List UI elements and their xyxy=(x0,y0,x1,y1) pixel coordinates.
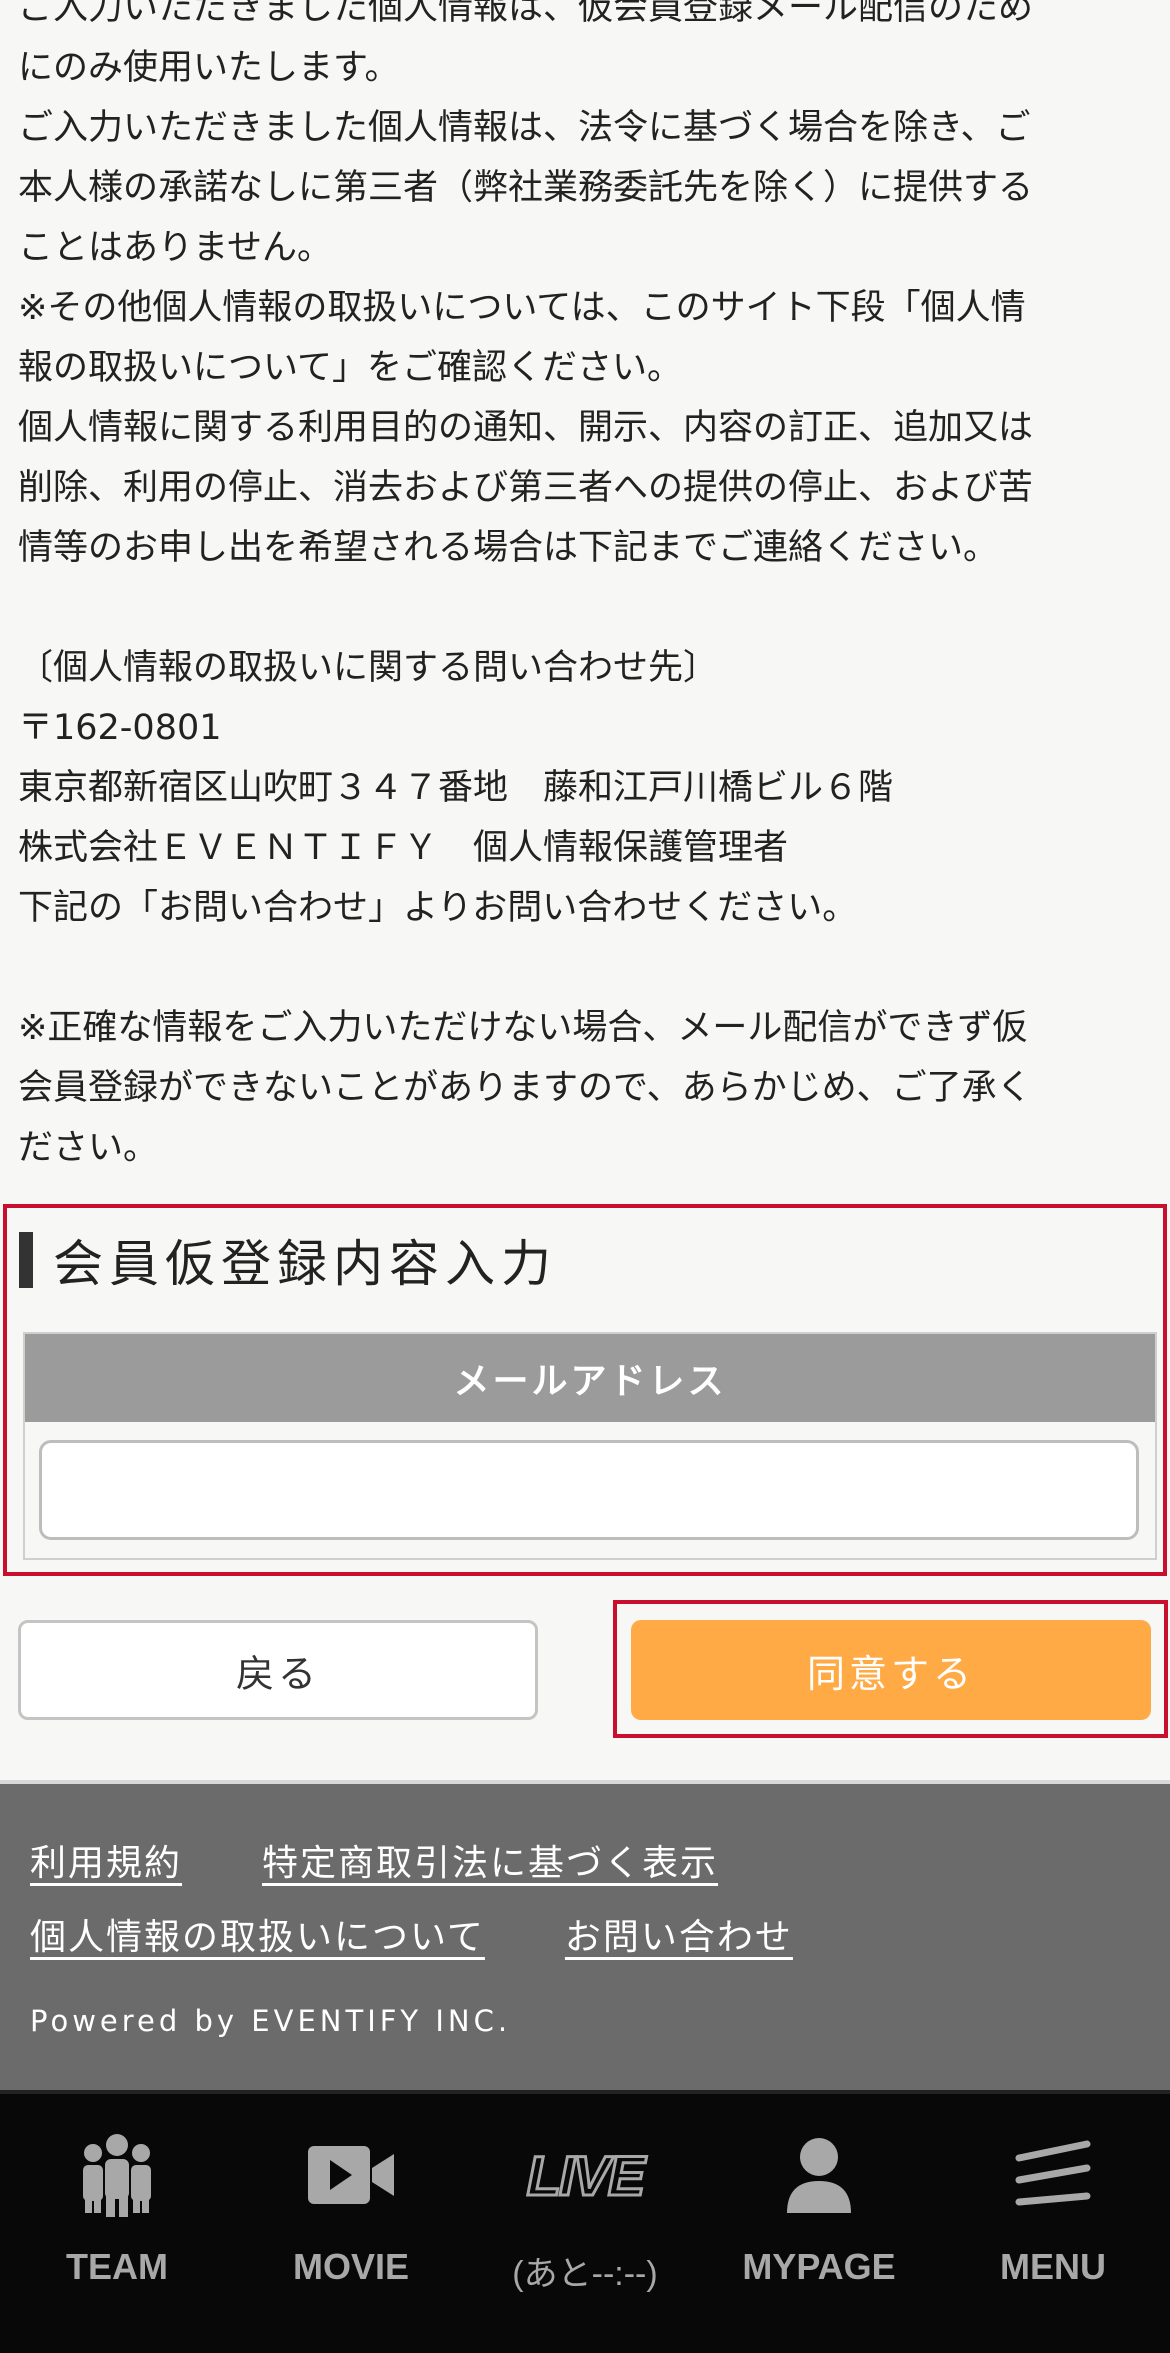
tab-movie-label: MOVIE xyxy=(292,2246,409,2287)
policy-line: ※その他個人情報の取扱いについては、このサイト下段「個人情 xyxy=(18,288,1026,328)
warning-line: 会員登録ができないことがありますので、あらかじめ、ご了承く xyxy=(18,1068,1032,1108)
mypage-icon xyxy=(759,2130,879,2220)
footer-links: 利用規約 特定商取引法に基づく表示 個人情報の取扱いについて お問い合わせ xyxy=(30,1834,1130,1982)
policy-line: 情等のお申し出を希望される場合は下記までご連絡ください。 xyxy=(18,528,999,568)
privacy-policy-text: ご入力いただきました個人情報は、仮会員登録メール配信のため にのみ使用いたします… xyxy=(18,0,1158,1178)
policy-line: 個人情報に関する利用目的の通知、開示、内容の訂正、追加又は xyxy=(18,408,1034,448)
warning-line: ださい。 xyxy=(18,1128,159,1168)
bottom-tab-bar: TEAM MOVIE LIVE (あと--:--) MYPAGE MENU xyxy=(0,2090,1170,2353)
contact-company: 株式会社ＥＶＥＮＴＩＦＹ 個人情報保護管理者 xyxy=(18,828,789,868)
section-title: 会員仮登録内容入力 xyxy=(19,1230,557,1293)
tab-live[interactable]: LIVE (あと--:--) xyxy=(468,2094,702,2353)
policy-line: 報の取扱いについて」をご確認ください。 xyxy=(18,348,682,388)
agree-button-highlight: 同意する xyxy=(613,1600,1168,1738)
tab-menu[interactable]: MENU xyxy=(936,2094,1170,2353)
policy-line: にのみ使用いたします。 xyxy=(18,48,400,88)
contact-postal: 〒162-0801 xyxy=(18,708,222,748)
warning-line: ※正確な情報をご入力いただけない場合、メール配信ができず仮 xyxy=(18,1008,1028,1048)
menu-icon xyxy=(993,2130,1113,2220)
tab-menu-label: MENU xyxy=(1000,2246,1106,2287)
site-footer: 利用規約 特定商取引法に基づく表示 個人情報の取扱いについて お問い合わせ Po… xyxy=(0,1780,1170,2090)
movie-icon xyxy=(291,2130,411,2220)
policy-line: 本人様の承諾なしに第三者（弊社業務委託先を除く）に提供する xyxy=(18,168,1034,208)
tab-live-label: (あと--:--) xyxy=(512,2255,658,2293)
contact-note: 下記の「お問い合わせ」よりお問い合わせください。 xyxy=(18,888,858,928)
contact-address: 東京都新宿区山吹町３４７番地 藤和江戸川橋ビル６階 xyxy=(18,768,894,808)
email-field-group: メールアドレス xyxy=(23,1332,1157,1560)
title-accent-bar xyxy=(19,1232,33,1288)
tab-mypage-label: MYPAGE xyxy=(742,2246,896,2287)
agree-button[interactable]: 同意する xyxy=(631,1620,1151,1720)
section-title-text: 会員仮登録内容入力 xyxy=(53,1235,557,1293)
policy-line: ことはありません。 xyxy=(18,228,332,268)
tab-mypage[interactable]: MYPAGE xyxy=(702,2094,936,2353)
registration-form-section: 会員仮登録内容入力 メールアドレス xyxy=(3,1204,1167,1576)
live-icon-text: LIVE xyxy=(525,2142,646,2208)
contact-link[interactable]: お問い合わせ xyxy=(565,1908,793,1960)
email-input[interactable] xyxy=(39,1440,1139,1540)
terms-link[interactable]: 利用規約 xyxy=(30,1834,182,1886)
team-icon xyxy=(57,2130,177,2220)
tab-team[interactable]: TEAM xyxy=(0,2094,234,2353)
powered-by: Powered by EVENTIFY INC. xyxy=(30,2004,512,2038)
live-icon: LIVE xyxy=(525,2130,646,2220)
tab-movie[interactable]: MOVIE xyxy=(234,2094,468,2353)
contact-heading: 〔個人情報の取扱いに関する問い合わせ先〕 xyxy=(18,648,719,688)
tab-team-label: TEAM xyxy=(66,2246,168,2287)
email-label: メールアドレス xyxy=(25,1334,1155,1422)
policy-line: ご入力いただきました個人情報は、法令に基づく場合を除き、ご xyxy=(18,108,1031,148)
commercial-law-link[interactable]: 特定商取引法に基づく表示 xyxy=(262,1834,718,1886)
policy-line: ご入力いただきました個人情報は、仮会員登録メール配信のため xyxy=(18,0,1034,28)
privacy-link[interactable]: 個人情報の取扱いについて xyxy=(30,1908,485,1960)
back-button[interactable]: 戻る xyxy=(18,1620,538,1720)
policy-line: 削除、利用の停止、消去および第三者への提供の停止、および苦 xyxy=(18,468,1034,508)
